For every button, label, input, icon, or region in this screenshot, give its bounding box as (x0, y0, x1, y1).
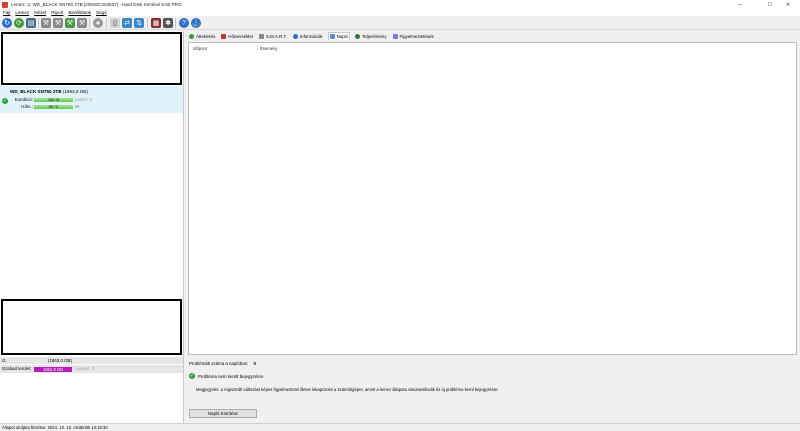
anchor-icon[interactable]: ⚓ (191, 18, 201, 28)
thermometer-icon (221, 33, 227, 39)
clear-log-button[interactable]: Napló Kiürítése (189, 409, 257, 418)
extended-test-icon[interactable]: ⚒ (77, 18, 87, 28)
test-icon[interactable]: ⚒ (41, 18, 51, 28)
no-problem-line: ✓ Probléma nem került bejegyzésre. (189, 373, 265, 379)
tab-log[interactable]: Napló (327, 32, 351, 40)
condition-row: Kondíció: 100 % Lemez: 2 (10, 97, 93, 102)
title-bar: Lemez: 2, WD_BLACK SN750 2TB [20530C3035… (0, 0, 800, 9)
right-pane: Áttekintés Hőmérséklet S.M.A.R.T. Inform… (186, 31, 800, 423)
tab-bar: Áttekintés Hőmérséklet S.M.A.R.T. Inform… (186, 31, 437, 41)
menu-bar: Fájl Lemez Nézet Riport Beállítások Súgó (0, 9, 800, 16)
condition-label: Kondíció: (14, 97, 33, 102)
tab-label: S.M.A.R.T. (265, 33, 287, 39)
sync-icon[interactable]: ⇄ (122, 18, 132, 28)
disk-name-line: WD_BLACK SN750 2TB (1863,0 GB) (10, 89, 88, 94)
column-header-event[interactable]: Esemény (260, 46, 277, 51)
smart-icon (258, 33, 264, 39)
free-space-bar: 1862,9 GB (34, 366, 72, 372)
tab-label: Napló (336, 34, 349, 39)
tab-label: Áttekintés (196, 33, 216, 39)
toolbar: ↻ ⟳ ▤ ⚒ ⚒ ⚒ ⚒ ● ▯ ⇄ ⇅ ▦ ✱ ? ⚓ (0, 16, 800, 30)
log-list[interactable]: Időpont Esemény (188, 42, 797, 355)
surface-test-icon[interactable]: ⚒ (53, 18, 63, 28)
temperature-row: Hőm.: 35 °C IO (10, 104, 79, 109)
tab-information[interactable]: Információk (292, 32, 324, 40)
condition-value: 100 % (47, 97, 60, 102)
help-icon[interactable]: ? (179, 18, 189, 28)
quick-test-icon[interactable]: ⚒ (65, 18, 75, 28)
performance-icon (355, 33, 361, 39)
tab-alerts[interactable]: Figyelmeztetések (392, 32, 435, 40)
tab-label: Teljesítmény (362, 33, 387, 39)
app-icon (2, 1, 8, 8)
network-icon[interactable]: ⇅ (134, 18, 144, 28)
condition-extra: Lemez: 2 (75, 97, 93, 102)
status-bar: Állapot utoljára frissítve: 2024. 10. 10… (0, 423, 800, 431)
temperature-value: 35 °C (48, 104, 59, 109)
menu-report[interactable]: Riport (51, 10, 63, 15)
top-black-box (1, 32, 182, 85)
bottom-black-box (1, 299, 182, 355)
menu-view[interactable]: Nézet (34, 10, 46, 15)
status-ok-icon: ✓ (2, 98, 8, 104)
info-icon (292, 33, 298, 39)
chart-icon[interactable]: ▦ (151, 18, 161, 28)
problem-count-label: Problémák száma a naplóban: (189, 361, 249, 366)
disk-icon[interactable]: ● (93, 18, 103, 28)
tab-label: Hőmérséklet (228, 33, 253, 39)
problem-count-line: Problémák száma a naplóban: 0 (189, 361, 256, 366)
temperature-label: Hőm.: (21, 104, 33, 109)
report-icon[interactable]: ▤ (26, 18, 36, 28)
free-space-label: Szabad terület: (2, 366, 32, 371)
tab-overview[interactable]: Áttekintés (188, 32, 216, 40)
minimize-button[interactable]: – (728, 0, 752, 9)
tab-temperature[interactable]: Hőmérséklet (220, 32, 254, 40)
refresh-icon[interactable]: ↻ (2, 18, 12, 28)
log-description: Megjegyzés: a regisztrált változást képe… (196, 387, 499, 392)
disk-refresh-icon[interactable]: ⟳ (14, 18, 24, 28)
close-button[interactable]: ✕ (776, 0, 800, 9)
document-icon[interactable]: ▯ (110, 18, 120, 28)
tab-performance[interactable]: Teljesítmény (354, 32, 387, 40)
menu-help[interactable]: Súgó (96, 10, 107, 15)
settings-icon[interactable]: ✱ (163, 18, 173, 28)
free-space-value: 1862,9 GB (42, 366, 64, 372)
tab-smart[interactable]: S.M.A.R.T. (258, 32, 288, 40)
free-space-extra: Lemez: 2 (76, 366, 95, 371)
left-pane: WD_BLACK SN750 2TB (1863,0 GB) ✓ Kondíci… (0, 31, 184, 423)
log-icon (329, 34, 335, 39)
tab-label: Figyelmeztetések (399, 33, 434, 39)
column-header-time[interactable]: Időpont (193, 46, 207, 51)
problem-count-value: 0 (253, 361, 256, 366)
check-circle-icon: ✓ (189, 373, 195, 379)
free-space-row: Szabad terület: 1862,9 GB Lemez: 2 (0, 365, 183, 373)
menu-disk[interactable]: Lemez (15, 10, 29, 15)
disk-name: WD_BLACK SN750 2TB (10, 89, 62, 94)
disk-size: (1863,0 GB) (62, 89, 88, 94)
volume-size: (1863,0 GB) (48, 358, 72, 363)
disk-entry[interactable]: WD_BLACK SN750 2TB (1863,0 GB) ✓ Kondíci… (0, 86, 183, 113)
menu-settings[interactable]: Beállítások (68, 10, 90, 15)
volume-letter: G: (2, 358, 7, 363)
no-problem-text: Probléma nem került bejegyzésre. (198, 373, 265, 379)
volume-row[interactable]: G: (1863,0 GB) (0, 357, 183, 364)
menu-file[interactable]: Fájl (3, 10, 10, 15)
check-circle-icon (189, 33, 194, 39)
temperature-bar: 35 °C (34, 104, 73, 109)
alerts-icon (392, 33, 398, 39)
window-title: Lemez: 2, WD_BLACK SN750 2TB [20530C3035… (11, 2, 182, 7)
condition-bar: 100 % (34, 97, 73, 102)
temperature-extra: IO (75, 104, 80, 109)
tab-label: Információk (299, 33, 323, 39)
